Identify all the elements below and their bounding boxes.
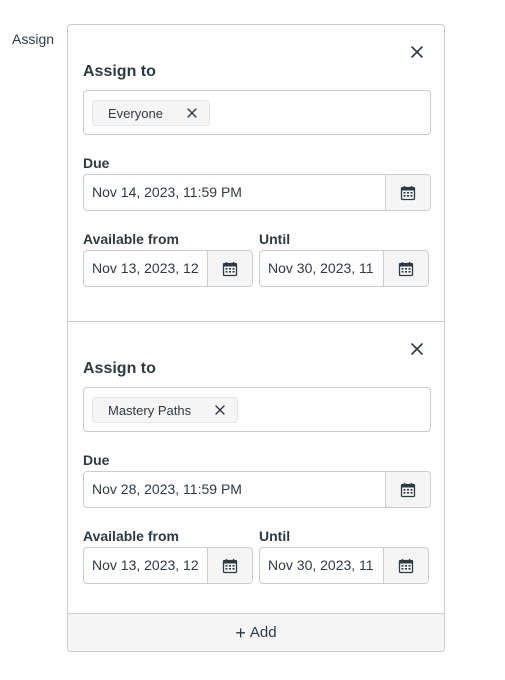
assign-card-2: Assign to Mastery Paths Due Nov 28, 2023… [68, 321, 444, 618]
assignee-tag[interactable]: Mastery Paths [92, 397, 239, 423]
assign-card-1: Assign to Everyone Due Nov 14, 2023, 11:… [68, 25, 444, 321]
plus-icon: + [235, 622, 246, 643]
available-from-value[interactable]: Nov 13, 2023, 12 [84, 548, 207, 583]
until-label: Until [259, 231, 291, 247]
assignee-tag[interactable]: Everyone [92, 100, 210, 126]
due-date-input[interactable]: Nov 28, 2023, 11:59 PM [83, 471, 431, 508]
available-from-label: Available from [83, 231, 179, 247]
calendar-icon [222, 558, 238, 573]
assign-panel: Assign to Everyone Due Nov 14, 2023, 11:… [67, 24, 445, 652]
close-icon [411, 46, 423, 58]
calendar-button[interactable] [207, 251, 252, 286]
calendar-icon [400, 482, 416, 497]
assign-to-label: Assign to [83, 360, 156, 377]
calendar-button[interactable] [385, 472, 430, 507]
remove-card-button[interactable] [406, 41, 428, 63]
due-label: Due [83, 452, 110, 468]
add-button-label: Add [249, 624, 277, 641]
assign-to-label: Assign to [83, 63, 156, 80]
assign-to-input[interactable]: Mastery Paths [83, 387, 431, 432]
x-icon[interactable] [215, 405, 225, 415]
available-from-value[interactable]: Nov 13, 2023, 12 [84, 251, 207, 286]
close-icon [411, 343, 423, 355]
assign-to-input[interactable]: Everyone [83, 90, 431, 135]
calendar-icon [222, 261, 238, 276]
due-date-value[interactable]: Nov 14, 2023, 11:59 PM [84, 175, 385, 210]
calendar-icon [400, 185, 416, 200]
until-input[interactable]: Nov 30, 2023, 11 [259, 250, 429, 287]
x-icon[interactable] [187, 108, 197, 118]
until-label: Until [259, 528, 291, 544]
due-label: Due [83, 155, 110, 171]
available-from-input[interactable]: Nov 13, 2023, 12 [83, 547, 253, 584]
calendar-button[interactable] [383, 251, 428, 286]
assignee-tag-label: Mastery Paths [108, 402, 192, 418]
until-input[interactable]: Nov 30, 2023, 11 [259, 547, 429, 584]
assign-section-label: Assign [12, 31, 55, 47]
due-date-value[interactable]: Nov 28, 2023, 11:59 PM [84, 472, 385, 507]
calendar-icon [398, 558, 414, 573]
calendar-button[interactable] [207, 548, 252, 583]
assignee-tag-label: Everyone [108, 105, 163, 121]
until-value[interactable]: Nov 30, 2023, 11 [260, 548, 383, 583]
until-value[interactable]: Nov 30, 2023, 11 [260, 251, 383, 286]
due-date-input[interactable]: Nov 14, 2023, 11:59 PM [83, 174, 431, 211]
calendar-button[interactable] [383, 548, 428, 583]
add-button[interactable]: + Add [68, 613, 444, 651]
calendar-button[interactable] [385, 175, 430, 210]
available-from-label: Available from [83, 528, 179, 544]
calendar-icon [398, 261, 414, 276]
remove-card-button[interactable] [406, 338, 428, 360]
available-from-input[interactable]: Nov 13, 2023, 12 [83, 250, 253, 287]
